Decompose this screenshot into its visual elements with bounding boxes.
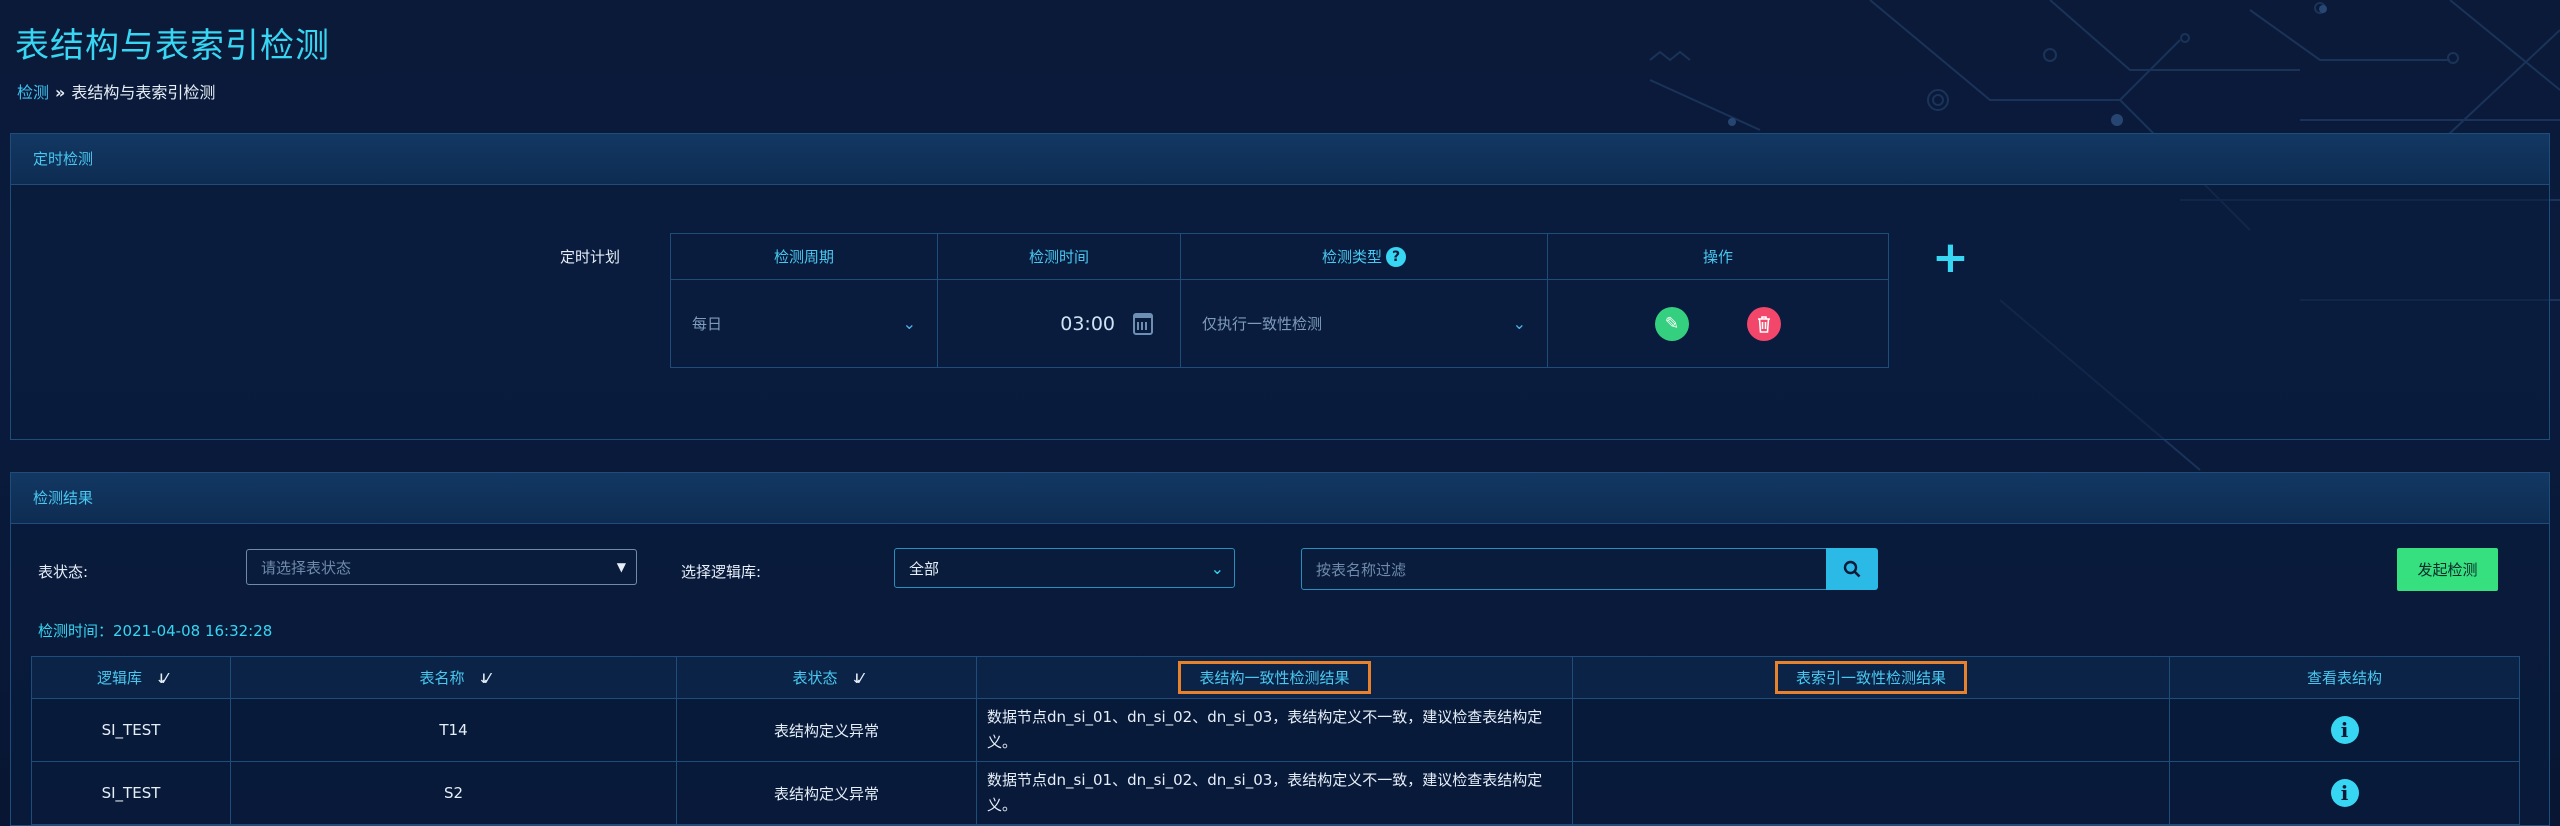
cell-index-result xyxy=(1572,698,2170,762)
cell-db: SI_TEST xyxy=(31,698,231,762)
info-circle-icon[interactable]: i xyxy=(2330,716,2359,744)
db-select[interactable]: 全部 ⌄ xyxy=(894,548,1235,588)
calendar-icon[interactable] xyxy=(1133,312,1153,335)
db-select-value: 全部 xyxy=(909,559,940,578)
schedule-panel: 定时检测 定时计划 检测周期 检测时间 检测类型? 操作 每日 ⌄ 03:00 仅… xyxy=(10,133,2550,440)
header-time: 检测时间 xyxy=(937,233,1181,280)
col-view: 查看表结构 xyxy=(2169,656,2520,699)
time-input[interactable]: 03:00 xyxy=(937,279,1181,368)
time-value: 03:00 xyxy=(1060,312,1115,335)
page-title: 表结构与表索引检测 xyxy=(15,26,330,66)
breadcrumb-separator: » xyxy=(55,83,66,102)
cell-view: i xyxy=(2169,698,2520,762)
breadcrumb: 检测 » 表结构与表索引检测 xyxy=(17,79,215,103)
highlight-index-header: 表索引一致性检测结果 xyxy=(1774,661,1967,694)
col-index: 表索引一致性检测结果 xyxy=(1572,656,2170,699)
ops-cell: ✎ xyxy=(1547,279,1889,368)
table-row: SI_TEST S2 表结构定义异常 数据节点dn_si_01、dn_si_02… xyxy=(31,761,2520,825)
cell-table: T14 xyxy=(230,698,677,762)
check-time: 检测时间：2021-04-08 16:32:28 xyxy=(38,622,273,640)
breadcrumb-current: 表结构与表索引检测 xyxy=(71,83,216,102)
result-panel-title: 检测结果 xyxy=(11,473,2549,524)
period-select[interactable]: 每日 ⌄ xyxy=(670,279,938,368)
result-table: 逻辑库 ↓⁄ 表名称 ↓⁄ 表状态 ↓⁄ 表结构一致性检测结果 表索引一致性检测结果 … xyxy=(31,656,2520,825)
breadcrumb-home-link[interactable]: 检测 xyxy=(17,83,49,102)
cell-status: 表结构定义异常 xyxy=(676,698,977,762)
header-type-label: 检测类型 xyxy=(1321,247,1382,266)
status-select-placeholder: 请选择表状态 xyxy=(261,558,352,577)
sort-icon[interactable]: ↓⁄ xyxy=(478,672,489,687)
cell-index-result xyxy=(1572,761,2170,825)
trash-icon xyxy=(1758,315,1770,333)
cell-structure-result: 数据节点dn_si_01、dn_si_02、dn_si_03，表结构定义不一致，… xyxy=(976,761,1573,825)
cell-view: i xyxy=(2169,761,2520,825)
schedule-table: 检测周期 检测时间 检测类型? 操作 每日 ⌄ 03:00 仅执行一致性检测 ⌄ ✎ xyxy=(670,233,1889,368)
type-select-value: 仅执行一致性检测 xyxy=(1202,315,1323,333)
col-structure: 表结构一致性检测结果 xyxy=(976,656,1573,699)
cell-status: 表结构定义异常 xyxy=(676,761,977,825)
caret-down-icon: ▼ xyxy=(616,560,626,574)
info-circle-icon[interactable]: i xyxy=(2330,779,2359,807)
question-circle-icon[interactable]: ? xyxy=(1386,247,1406,268)
header-ops: 操作 xyxy=(1547,233,1889,280)
plus-icon: + xyxy=(1932,232,1969,283)
db-filter-label: 选择逻辑库: xyxy=(681,563,762,581)
chevron-down-icon: ⌄ xyxy=(1210,558,1224,578)
search-placeholder: 按表名称过滤 xyxy=(1316,560,1407,579)
schedule-label: 定时计划 xyxy=(560,248,621,266)
cell-structure-result: 数据节点dn_si_01、dn_si_02、dn_si_03，表结构定义不一致，… xyxy=(976,698,1573,762)
search-button[interactable] xyxy=(1826,548,1878,590)
header-type: 检测类型? xyxy=(1180,233,1548,280)
cell-db: SI_TEST xyxy=(31,761,231,825)
status-select[interactable]: 请选择表状态 ▼ xyxy=(246,549,637,585)
col-db-label: 逻辑库 xyxy=(96,669,142,687)
table-name-search-input[interactable]: 按表名称过滤 xyxy=(1301,548,1828,590)
col-status-label: 表状态 xyxy=(792,669,838,687)
pencil-icon: ✎ xyxy=(1664,313,1680,334)
launch-check-button[interactable]: 发起检测 xyxy=(2397,548,2498,591)
type-select[interactable]: 仅执行一致性检测 ⌄ xyxy=(1180,279,1548,368)
edit-button[interactable]: ✎ xyxy=(1655,306,1689,341)
sort-icon[interactable]: ↓⁄ xyxy=(851,672,862,687)
schedule-panel-title: 定时检测 xyxy=(11,134,2549,185)
chevron-down-icon: ⌄ xyxy=(902,314,916,333)
delete-button[interactable] xyxy=(1747,306,1781,341)
sort-icon[interactable]: ↓⁄ xyxy=(156,672,167,687)
col-table[interactable]: 表名称 ↓⁄ xyxy=(230,656,677,699)
col-status[interactable]: 表状态 ↓⁄ xyxy=(676,656,977,699)
col-table-label: 表名称 xyxy=(419,669,465,687)
header-period: 检测周期 xyxy=(670,233,938,280)
status-filter-label: 表状态: xyxy=(38,563,89,581)
table-row: SI_TEST T14 表结构定义异常 数据节点dn_si_01、dn_si_0… xyxy=(31,698,2520,762)
add-schedule-button[interactable]: + xyxy=(1932,236,1969,280)
search-icon xyxy=(1843,560,1861,578)
chevron-down-icon: ⌄ xyxy=(1512,314,1526,333)
cell-table: S2 xyxy=(230,761,677,825)
period-select-value: 每日 xyxy=(692,315,723,333)
highlight-structure-header: 表结构一致性检测结果 xyxy=(1178,661,1371,694)
col-db[interactable]: 逻辑库 ↓⁄ xyxy=(31,656,231,699)
